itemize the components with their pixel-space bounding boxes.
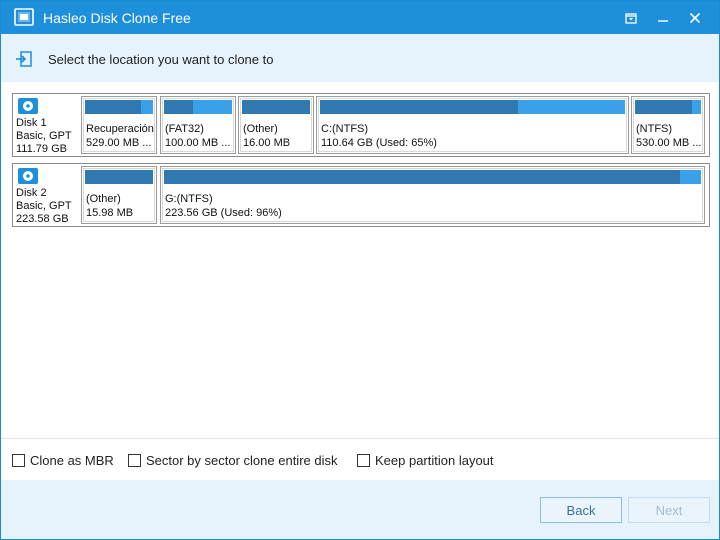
usage-bar-fill — [635, 100, 693, 114]
app-logo-icon — [14, 8, 34, 26]
usage-bar-fill — [85, 100, 141, 114]
clone-as-mbr-label: Clone as MBR — [30, 453, 114, 468]
clone-as-mbr-option[interactable]: Clone as MBR — [12, 453, 114, 468]
partition-tile[interactable]: Recuperación 529.00 MB ... — [81, 96, 157, 154]
partition-label: G:(NTFS) 223.56 GB (Used: 96%) — [165, 192, 282, 220]
instruction-banner: Select the location you want to clone to — [1, 34, 719, 82]
usage-bar — [85, 170, 153, 184]
target-location-icon — [15, 50, 33, 68]
clone-options: Clone as MBR Sector by sector clone enti… — [1, 438, 719, 480]
sector-by-sector-option[interactable]: Sector by sector clone entire disk — [128, 453, 337, 468]
keep-layout-checkbox[interactable] — [357, 454, 370, 467]
partition-name: C:(NTFS) — [321, 123, 369, 135]
usage-bar-fill — [164, 100, 194, 114]
partition-name: G:(NTFS) — [165, 193, 213, 205]
disk-row-1[interactable]: Disk 1 Basic, GPT 111.79 GB Recuperación… — [12, 93, 710, 157]
footer-bar: Back Next — [1, 480, 719, 539]
usage-bar-fill — [242, 100, 310, 114]
disk-type: Basic, GPT — [16, 130, 72, 142]
partition-name: (NTFS) — [636, 123, 673, 135]
partition-size: 529.00 MB ... — [86, 137, 152, 149]
minimize-icon — [658, 19, 668, 22]
partition-size: 100.00 MB ... — [165, 137, 231, 149]
partition-name: (Other) — [243, 123, 278, 135]
partition-label: (FAT32) 100.00 MB ... — [165, 122, 230, 150]
partition-name: (FAT32) — [165, 123, 204, 135]
disk-capacity: 111.79 GB — [16, 143, 67, 155]
disk-name: Disk 2 — [16, 187, 47, 199]
restore-button[interactable] — [615, 1, 647, 34]
partition-label: Recuperación 529.00 MB ... — [86, 122, 154, 150]
disk-icon — [17, 167, 39, 185]
disk-type: Basic, GPT — [16, 200, 72, 212]
usage-bar — [635, 100, 701, 114]
partition-tile[interactable]: G:(NTFS) 223.56 GB (Used: 96%) — [160, 166, 705, 224]
restore-icon — [625, 12, 637, 24]
usage-bar-fill — [85, 170, 153, 184]
disk-info: Disk 2 Basic, GPT 223.58 GB — [15, 166, 79, 225]
partition-tile[interactable]: (Other) 16.00 MB — [238, 96, 314, 154]
disk-row-2[interactable]: Disk 2 Basic, GPT 223.58 GB (Other) 15.9… — [12, 163, 710, 227]
partition-size: 16.00 MB — [243, 137, 291, 149]
window-title: Hasleo Disk Clone Free — [43, 10, 191, 26]
usage-bar — [164, 170, 701, 184]
partition-size: 223.56 GB (Used: 96%) — [165, 207, 282, 219]
partition-tile[interactable]: C:(NTFS) 110.64 GB (Used: 65%) — [316, 96, 629, 154]
clone-as-mbr-checkbox[interactable] — [12, 454, 25, 467]
next-button[interactable]: Next — [628, 497, 710, 523]
partition-label: (NTFS) 530.00 MB ... — [636, 122, 701, 150]
close-button[interactable] — [679, 1, 711, 34]
keep-layout-label: Keep partition layout — [375, 453, 494, 468]
back-button[interactable]: Back — [540, 497, 622, 523]
instruction-text: Select the location you want to clone to — [48, 52, 274, 67]
partition-size: 15.98 MB — [86, 207, 134, 219]
partition-size: 530.00 MB ... — [636, 137, 702, 149]
usage-bar — [242, 100, 310, 114]
disk-capacity: 223.58 GB — [16, 213, 69, 225]
minimize-button[interactable] — [647, 1, 679, 34]
partition-name: (Other) — [86, 193, 121, 205]
disk-info: Disk 1 Basic, GPT 111.79 GB — [15, 96, 79, 155]
partition-tile[interactable]: (Other) 15.98 MB — [81, 166, 157, 224]
partition-label: (Other) 15.98 MB — [86, 192, 133, 220]
disk-icon — [17, 97, 39, 115]
partition-label: (Other) 16.00 MB — [243, 122, 290, 150]
partition-name: Recuperación — [86, 123, 154, 135]
usage-bar-fill — [164, 170, 680, 184]
close-icon — [689, 12, 701, 23]
keep-layout-option[interactable]: Keep partition layout — [357, 453, 494, 468]
partition-tile[interactable]: (NTFS) 530.00 MB ... — [631, 96, 705, 154]
disk-name: Disk 1 — [16, 117, 47, 129]
partition-label: C:(NTFS) 110.64 GB (Used: 65%) — [321, 122, 437, 150]
app-window: Hasleo Disk Clone Free Select the locati… — [0, 0, 720, 540]
usage-bar — [320, 100, 625, 114]
usage-bar — [85, 100, 153, 114]
partition-size: 110.64 GB (Used: 65%) — [321, 137, 437, 149]
partition-tile[interactable]: (FAT32) 100.00 MB ... — [160, 96, 236, 154]
title-bar[interactable]: Hasleo Disk Clone Free — [1, 1, 719, 34]
sector-by-sector-checkbox[interactable] — [128, 454, 141, 467]
sector-by-sector-label: Sector by sector clone entire disk — [146, 453, 338, 468]
usage-bar-fill — [320, 100, 519, 114]
usage-bar — [164, 100, 232, 114]
